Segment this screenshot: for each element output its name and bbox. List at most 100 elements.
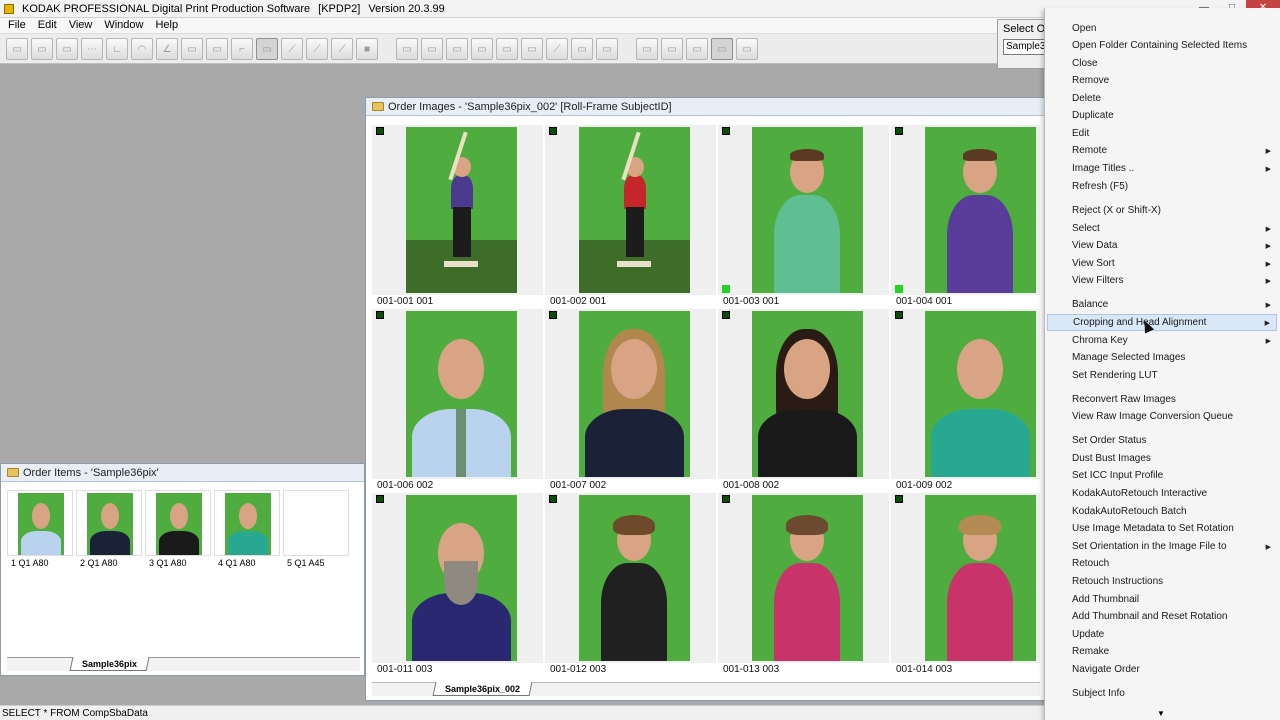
image-cell[interactable]: 001-002 001 bbox=[545, 125, 717, 309]
context-menu: ▼ Open Open Folder Containing Selected It… bbox=[1044, 8, 1280, 720]
context-menu-item[interactable]: Set Order Status bbox=[1047, 432, 1277, 449]
toolbar-button-16[interactable]: ▭ bbox=[396, 38, 418, 60]
image-cell[interactable]: 001-001 001 bbox=[372, 125, 544, 309]
toolbar-button-3[interactable]: ▭ bbox=[56, 38, 78, 60]
order-item-thumbnail[interactable]: 4 Q1 A80 bbox=[214, 490, 280, 570]
context-menu-item[interactable]: Dust Bust Images bbox=[1047, 450, 1277, 467]
context-menu-item[interactable]: Select ▶ bbox=[1047, 220, 1277, 237]
menu-view[interactable]: View bbox=[63, 18, 99, 33]
context-menu-item[interactable]: Close bbox=[1047, 55, 1277, 72]
context-menu-item[interactable]: Retouch bbox=[1047, 555, 1277, 572]
toolbar-button-19[interactable]: ▭ bbox=[471, 38, 493, 60]
order-images-window: Order Images - 'Sample36pix_002' [Roll-F… bbox=[365, 97, 1045, 701]
toolbar-button-14[interactable]: ⟋ bbox=[331, 38, 353, 60]
order-items-titlebar[interactable]: Order Items - 'Sample36pix' bbox=[1, 464, 364, 482]
toolbar-button-22[interactable]: ⟋ bbox=[546, 38, 568, 60]
context-menu-item[interactable]: View Filters ▶ bbox=[1047, 272, 1277, 289]
toolbar-button-24[interactable]: ▭ bbox=[596, 38, 618, 60]
toolbar-button-9[interactable]: ▭ bbox=[206, 38, 228, 60]
context-menu-item[interactable]: Image Titles .. ▶ bbox=[1047, 160, 1277, 177]
context-menu-item[interactable]: Add Thumbnail and Reset Rotation bbox=[1047, 608, 1277, 625]
context-menu-item[interactable]: Retouch Instructions bbox=[1047, 573, 1277, 590]
context-menu-item[interactable]: Duplicate bbox=[1047, 107, 1277, 124]
order-item-thumbnail[interactable]: 2 Q1 A80 bbox=[76, 490, 142, 570]
context-menu-item[interactable]: Add Thumbnail bbox=[1047, 591, 1277, 608]
toolbar-button-15[interactable]: ■ bbox=[356, 38, 378, 60]
image-cell[interactable]: 001-014 003 bbox=[891, 493, 1040, 677]
context-menu-item[interactable]: Edit bbox=[1047, 125, 1277, 142]
toolbar-button-2[interactable]: ▭ bbox=[31, 38, 53, 60]
menu-help[interactable]: Help bbox=[149, 18, 184, 33]
context-menu-label: Navigate Order bbox=[1072, 664, 1140, 675]
context-menu-item[interactable]: Open bbox=[1047, 20, 1277, 37]
context-menu-label: Balance bbox=[1072, 299, 1109, 310]
context-menu-item[interactable]: Update bbox=[1047, 626, 1277, 643]
context-menu-item[interactable]: Set Orientation in the Image File to ▶ bbox=[1047, 538, 1277, 555]
context-menu-item[interactable]: Remove bbox=[1047, 72, 1277, 89]
toolbar-button-6[interactable]: ◠ bbox=[131, 38, 153, 60]
toolbar-button-29[interactable]: ▭ bbox=[711, 38, 733, 60]
image-cell[interactable]: 001-003 001 bbox=[718, 125, 890, 309]
context-menu-item[interactable]: Reconvert Raw Images bbox=[1047, 391, 1277, 408]
toolbar-button-12[interactable]: ⟋ bbox=[281, 38, 303, 60]
toolbar-button-11[interactable]: ▭ bbox=[256, 38, 278, 60]
image-cell[interactable]: 001-013 003 bbox=[718, 493, 890, 677]
context-menu-item[interactable]: Open Folder Containing Selected Items bbox=[1047, 37, 1277, 54]
context-menu-item[interactable]: KodakAutoRetouch Interactive bbox=[1047, 485, 1277, 502]
context-menu-item[interactable]: Manage Selected Images bbox=[1047, 349, 1277, 366]
context-menu-item[interactable]: Balance ▶ bbox=[1047, 296, 1277, 313]
toolbar-button-28[interactable]: ▭ bbox=[686, 38, 708, 60]
toolbar-button-17[interactable]: ▭ bbox=[421, 38, 443, 60]
image-cell[interactable]: 001-006 002 bbox=[372, 309, 544, 493]
image-cell[interactable]: 001-011 003 bbox=[372, 493, 544, 677]
context-menu-item[interactable]: Navigate Order bbox=[1047, 661, 1277, 678]
toolbar-button-1[interactable]: ▭ bbox=[6, 38, 28, 60]
menu-file[interactable]: File bbox=[2, 18, 32, 33]
toolbar-button-8[interactable]: ▭ bbox=[181, 38, 203, 60]
portrait-photo bbox=[406, 127, 517, 293]
toolbar-button-10[interactable]: ⌐ bbox=[231, 38, 253, 60]
order-item-thumbnail[interactable]: 1 Q1 A80 bbox=[7, 490, 73, 570]
image-cell[interactable]: 001-012 003 bbox=[545, 493, 717, 677]
toolbar-button-5[interactable]: ∟ bbox=[106, 38, 128, 60]
context-menu-item[interactable]: Cropping and Head Alignment ▶ bbox=[1047, 314, 1277, 331]
context-menu-item[interactable]: Set ICC Input Profile bbox=[1047, 467, 1277, 484]
context-menu-item[interactable]: Delete bbox=[1047, 90, 1277, 107]
context-menu-item[interactable]: Remake bbox=[1047, 643, 1277, 660]
toolbar-button-18[interactable]: ▭ bbox=[446, 38, 468, 60]
context-menu-item[interactable]: View Sort ▶ bbox=[1047, 255, 1277, 272]
order-item-thumbnail[interactable]: 3 Q1 A80 bbox=[145, 490, 211, 570]
menu-window[interactable]: Window bbox=[98, 18, 149, 33]
context-menu-item[interactable]: View Data ▶ bbox=[1047, 237, 1277, 254]
context-menu-item[interactable]: Chroma Key ▶ bbox=[1047, 332, 1277, 349]
context-menu-item[interactable]: Reject (X or Shift-X) bbox=[1047, 202, 1277, 219]
order-images-titlebar[interactable]: Order Images - 'Sample36pix_002' [Roll-F… bbox=[366, 98, 1044, 116]
image-cell[interactable]: 001-008 002 bbox=[718, 309, 890, 493]
image-cell[interactable]: 001-004 001 bbox=[891, 125, 1040, 309]
context-menu-item[interactable]: Use Image Metadata to Set Rotation bbox=[1047, 520, 1277, 537]
image-frame bbox=[718, 309, 890, 479]
toolbar-button-4[interactable]: ⋯ bbox=[81, 38, 103, 60]
context-menu-item[interactable]: KodakAutoRetouch Batch bbox=[1047, 503, 1277, 520]
toolbar-button-13[interactable]: ⟋ bbox=[306, 38, 328, 60]
scroll-down-icon[interactable]: ▼ bbox=[1157, 709, 1165, 718]
toolbar-button-20[interactable]: ▭ bbox=[496, 38, 518, 60]
context-menu-item[interactable]: Subject Info bbox=[1047, 685, 1277, 702]
toolbar-button-23[interactable]: ▭ bbox=[571, 38, 593, 60]
tab-sample36pix[interactable]: Sample36pix bbox=[69, 657, 150, 671]
toolbar-button-7[interactable]: ∠ bbox=[156, 38, 178, 60]
context-menu-item[interactable]: Refresh (F5) bbox=[1047, 178, 1277, 195]
menu-edit[interactable]: Edit bbox=[32, 18, 63, 33]
toolbar-button-26[interactable]: ▭ bbox=[636, 38, 658, 60]
context-menu-item[interactable]: Set Rendering LUT bbox=[1047, 367, 1277, 384]
context-menu-item[interactable]: Remote ▶ bbox=[1047, 142, 1277, 159]
image-cell[interactable]: 001-007 002 bbox=[545, 309, 717, 493]
status-flag-icon bbox=[722, 127, 730, 135]
order-item-thumbnail[interactable]: 5 Q1 A45 bbox=[283, 490, 349, 570]
toolbar-button-27[interactable]: ▭ bbox=[661, 38, 683, 60]
toolbar-button-21[interactable]: ▭ bbox=[521, 38, 543, 60]
tab-sample36pix-002[interactable]: Sample36pix_002 bbox=[432, 682, 533, 696]
toolbar-button-30[interactable]: ▭ bbox=[736, 38, 758, 60]
image-cell[interactable]: 001-009 002 bbox=[891, 309, 1040, 493]
context-menu-item[interactable]: View Raw Image Conversion Queue bbox=[1047, 408, 1277, 425]
